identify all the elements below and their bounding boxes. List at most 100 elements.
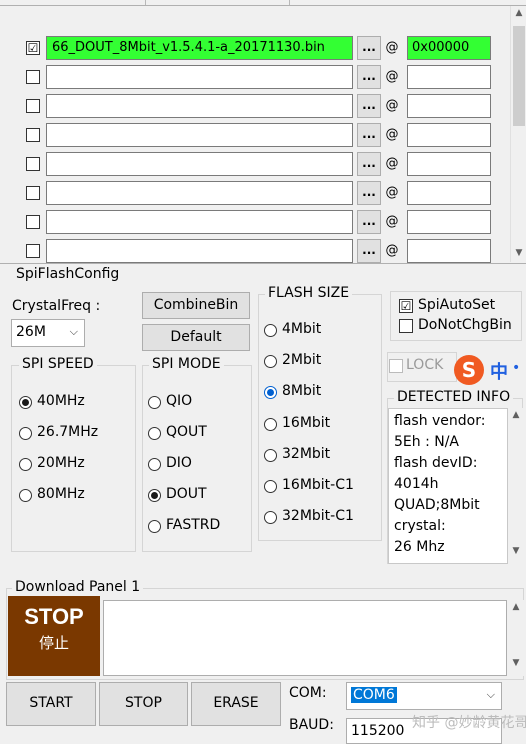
default-button[interactable]: Default xyxy=(142,324,250,351)
flash-address-input[interactable]: 0x00000 xyxy=(407,36,491,60)
top-tab-1[interactable] xyxy=(4,0,146,5)
spi-mode-title: SPI MODE xyxy=(149,356,224,372)
flash-size-option-label: 16Mbit-C1 xyxy=(282,477,354,493)
scroll-up-icon[interactable]: ▲ xyxy=(508,410,524,420)
file-enable-checkbox[interactable]: ☑ xyxy=(26,41,40,55)
flash-address-input[interactable] xyxy=(407,239,491,263)
spi-mode-radio[interactable] xyxy=(148,427,161,440)
at-sign-label: @ xyxy=(385,69,399,84)
file-path-input[interactable]: 66_DOUT_8Mbit_v1.5.4.1-a_20171130.bin xyxy=(46,36,353,60)
detected-info-scrollbar[interactable]: ▲ ▼ xyxy=(508,408,524,564)
spi-auto-set-checkbox[interactable]: ☑ xyxy=(399,299,413,313)
file-enable-checkbox[interactable] xyxy=(26,128,40,142)
start-button[interactable]: START xyxy=(6,682,96,726)
spi-mode-radio[interactable] xyxy=(148,520,161,533)
detected-info-line: flash devID: xyxy=(394,455,478,471)
detected-info-line: flash vendor: xyxy=(394,413,486,429)
file-path-input[interactable] xyxy=(46,181,353,205)
browse-button[interactable]: ... xyxy=(357,36,381,60)
file-path-input[interactable] xyxy=(46,210,353,234)
browse-button[interactable]: ... xyxy=(357,210,381,234)
browse-button[interactable]: ... xyxy=(357,181,381,205)
scroll-down-icon[interactable]: ▼ xyxy=(508,546,524,556)
log-output[interactable] xyxy=(103,600,507,676)
spi-speed-option-label: 20MHz xyxy=(37,455,85,471)
file-path-input[interactable] xyxy=(46,94,353,118)
spi-speed-option-label: 80MHz xyxy=(37,486,85,502)
spi-mode-option-label: QIO xyxy=(166,393,193,409)
status-big-text: STOP xyxy=(24,604,84,629)
browse-button[interactable]: ... xyxy=(357,239,381,263)
flash-size-radio[interactable] xyxy=(264,417,277,431)
file-path-input[interactable] xyxy=(46,239,353,263)
spi-mode-radio[interactable] xyxy=(148,458,161,471)
combine-bin-button[interactable]: CombineBin xyxy=(142,292,250,319)
spi-speed-radio[interactable] xyxy=(19,396,32,409)
scroll-up-icon[interactable]: ▲ xyxy=(511,6,526,20)
at-sign-label: @ xyxy=(385,98,399,113)
spi-mode-radio[interactable] xyxy=(148,396,161,409)
spi-speed-radio[interactable] xyxy=(19,489,32,502)
browse-button[interactable]: ... xyxy=(357,123,381,147)
do-not-chg-bin-checkbox[interactable] xyxy=(399,319,413,333)
baud-value: 115200 xyxy=(351,723,405,739)
flash-address-input[interactable] xyxy=(407,65,491,89)
erase-button[interactable]: ERASE xyxy=(191,682,281,726)
file-enable-checkbox[interactable] xyxy=(26,70,40,84)
status-indicator: STOP 停止 xyxy=(8,596,100,676)
spiflash-config-title: SpiFlashConfig xyxy=(16,266,120,282)
flash-address-input[interactable] xyxy=(407,94,491,118)
file-enable-checkbox[interactable] xyxy=(26,186,40,200)
detected-info-line: 4014h xyxy=(394,476,439,492)
scroll-up-icon[interactable]: ▲ xyxy=(508,602,524,612)
ime-badge-icon[interactable]: S xyxy=(454,355,484,385)
com-port-value: COM6 xyxy=(351,687,397,703)
flash-address-input[interactable] xyxy=(407,181,491,205)
com-label: COM: xyxy=(289,685,327,701)
spi-mode-radio[interactable] xyxy=(148,489,161,502)
flash-address-input[interactable] xyxy=(407,152,491,176)
file-path-input[interactable] xyxy=(46,65,353,89)
spi-speed-radio[interactable] xyxy=(19,427,32,440)
com-port-select[interactable]: COM6 ⌵ xyxy=(346,682,502,710)
file-path-input[interactable] xyxy=(46,152,353,176)
top-tab-2[interactable] xyxy=(150,0,290,5)
file-path-input[interactable] xyxy=(46,123,353,147)
at-sign-label: @ xyxy=(385,243,399,258)
flash-size-radio[interactable] xyxy=(264,448,277,462)
flash-size-option-label: 32Mbit-C1 xyxy=(282,508,354,525)
lock-label: LOCK xyxy=(406,357,444,373)
detected-info-title: DETECTED INFO xyxy=(394,389,514,405)
chevron-down-icon: ⌵ xyxy=(486,688,495,701)
stop-button[interactable]: STOP xyxy=(99,682,188,726)
scroll-down-icon[interactable]: ▼ xyxy=(508,658,524,668)
scroll-down-icon[interactable]: ▼ xyxy=(511,246,526,260)
browse-button[interactable]: ... xyxy=(357,94,381,118)
flash-size-radio[interactable] xyxy=(264,480,277,493)
spi-speed-radio[interactable] xyxy=(19,458,32,471)
file-enable-checkbox[interactable] xyxy=(26,244,40,258)
ime-extra-icon: • xyxy=(512,360,521,376)
lock-checkbox[interactable] xyxy=(389,359,403,373)
detected-info-line: 26 Mhz xyxy=(394,539,445,555)
log-scrollbar[interactable]: ▲ ▼ xyxy=(508,600,524,676)
crystal-freq-select[interactable]: 26M ⌵ xyxy=(11,319,85,347)
flash-address-input[interactable] xyxy=(407,123,491,147)
file-list-scrollbar[interactable]: ▲ ▼ xyxy=(510,6,526,262)
flash-size-option-label: 16Mbit xyxy=(282,414,331,431)
scroll-thumb[interactable] xyxy=(513,26,525,126)
at-sign-label: @ xyxy=(385,127,399,142)
browse-button[interactable]: ... xyxy=(357,152,381,176)
file-enable-checkbox[interactable] xyxy=(26,157,40,171)
browse-button[interactable]: ... xyxy=(357,65,381,89)
ime-lang-indicator[interactable]: 中 xyxy=(490,358,508,384)
chevron-down-icon: ⌵ xyxy=(69,325,78,338)
spi-speed-option-label: 26.7MHz xyxy=(37,424,99,440)
flash-address-input[interactable] xyxy=(407,210,491,234)
watermark: 知乎 @妙龄黄花哥 xyxy=(412,715,526,731)
at-sign-label: @ xyxy=(385,156,399,171)
file-enable-checkbox[interactable] xyxy=(26,99,40,113)
flash-size-radio[interactable] xyxy=(264,324,277,337)
file-enable-checkbox[interactable] xyxy=(26,215,40,229)
status-small-text: 停止 xyxy=(38,634,69,652)
